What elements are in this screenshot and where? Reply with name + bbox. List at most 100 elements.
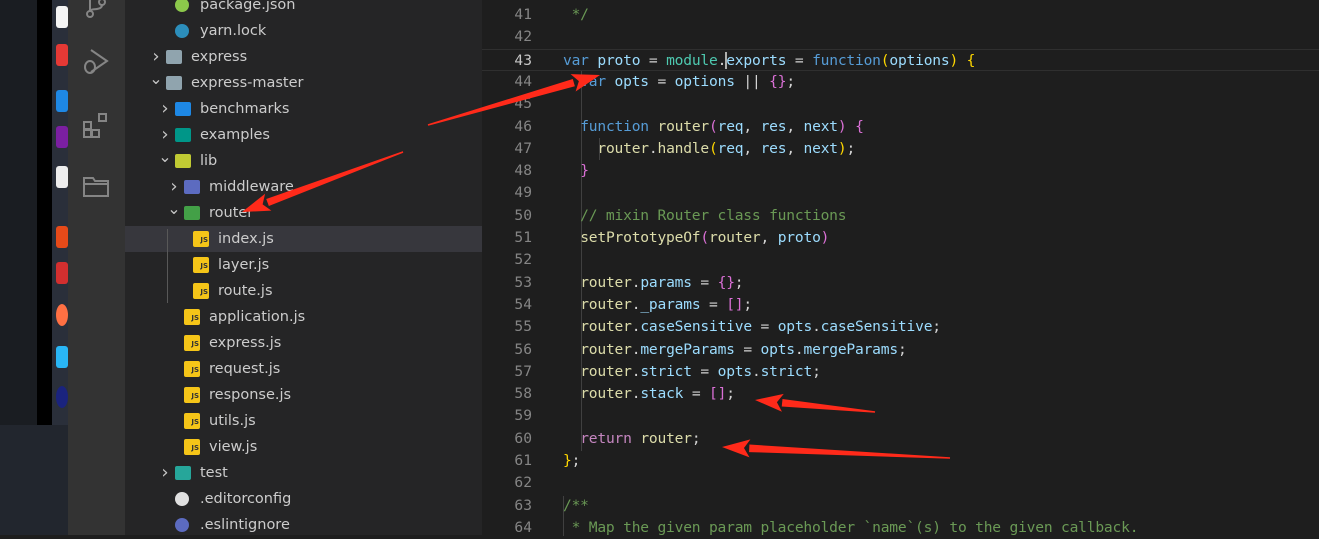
code-line[interactable]: 63 /** — [482, 495, 1319, 517]
chevron-right-icon[interactable]: › — [149, 44, 163, 70]
app-icon[interactable] — [56, 90, 68, 112]
code-line[interactable]: 55 router.caseSensitive = opts.caseSensi… — [482, 316, 1319, 338]
code-text: // mixin Router class functions — [563, 205, 846, 227]
code-line[interactable]: 44 var opts = options || {}; — [482, 71, 1319, 93]
line-number: 49 — [514, 184, 532, 202]
chevron-right-icon[interactable]: › — [167, 174, 181, 200]
code-line[interactable]: 62 — [482, 472, 1319, 494]
code-line[interactable]: 60 return router; — [482, 428, 1319, 450]
tree-item-express-js[interactable]: JS express.js — [125, 330, 482, 356]
code-editor[interactable]: 41 */42 43 var proto = module.exports = fu… — [482, 0, 1319, 536]
tree-item-examples[interactable]: › examples — [125, 122, 482, 148]
code-line[interactable]: 59 — [482, 405, 1319, 427]
code-line[interactable]: 61}; — [482, 450, 1319, 472]
code-line[interactable]: 49 — [482, 182, 1319, 204]
code-token: mergeParams — [803, 340, 898, 358]
chevron-down-icon[interactable]: ⌄ — [149, 70, 163, 88]
app-icon[interactable] — [56, 262, 68, 284]
tree-item-test[interactable]: › test — [125, 460, 482, 486]
line-number: 60 — [514, 429, 532, 447]
app-icon[interactable] — [56, 386, 68, 408]
tree-item-middleware[interactable]: › middleware — [125, 174, 482, 200]
tree-item-utils-js[interactable]: JS utils.js — [125, 408, 482, 434]
chevron-right-icon[interactable]: › — [158, 460, 172, 486]
desktop-divider — [37, 0, 53, 425]
tree-item-index-js[interactable]: JS index.js — [125, 226, 482, 252]
code-line[interactable]: 48 } — [482, 160, 1319, 182]
code-token: caseSensitive — [640, 318, 752, 336]
tree-item-editorconfig[interactable]: .editorconfig — [125, 486, 482, 512]
desktop-taskbar — [0, 0, 68, 535]
code-line[interactable]: 64 * Map the given param placeholder `na… — [482, 517, 1319, 539]
app-icon[interactable] — [56, 6, 68, 28]
code-line[interactable]: 45 — [482, 93, 1319, 115]
code-line[interactable]: 43 var proto = module.exports = function(… — [482, 48, 1319, 71]
code-line[interactable]: 53 router.params = {}; — [482, 272, 1319, 294]
code-line[interactable]: 51 setPrototypeOf(router, proto) — [482, 227, 1319, 249]
code-line[interactable]: 57 router.strict = opts.strict; — [482, 361, 1319, 383]
tree-item-label: yarn.lock — [200, 23, 267, 39]
explorer-icon[interactable] — [81, 170, 111, 200]
code-line[interactable]: 41 */ — [482, 4, 1319, 26]
app-icon[interactable] — [56, 126, 68, 148]
code-line[interactable]: 54 router._params = []; — [482, 294, 1319, 316]
code-token: , — [743, 117, 761, 135]
app-icon[interactable] — [56, 166, 68, 188]
tree-item-lib[interactable]: ⌄ lib — [125, 148, 482, 174]
code-line[interactable]: 52 — [482, 249, 1319, 271]
tree-item-layer-js[interactable]: JS layer.js — [125, 252, 482, 278]
tree-item-response-js[interactable]: JS response.js — [125, 382, 482, 408]
code-token: , — [786, 117, 804, 135]
app-icon[interactable] — [56, 226, 68, 248]
tree-item-label: utils.js — [209, 413, 256, 429]
code-text: router.caseSensitive = opts.caseSensitiv… — [563, 316, 941, 338]
tree-item-express-master[interactable]: ⌄ express-master — [125, 70, 482, 96]
source-control-icon[interactable] — [81, 0, 111, 22]
tree-item-benchmarks[interactable]: › benchmarks — [125, 96, 482, 122]
code-token: ) — [820, 229, 830, 246]
code-token: ; — [571, 452, 581, 469]
app-icon[interactable] — [56, 304, 68, 326]
code-line[interactable]: 56 router.mergeParams = opts.mergeParams… — [482, 339, 1319, 361]
tree-item-request-js[interactable]: JS request.js — [125, 356, 482, 382]
chevron-down-icon[interactable]: ⌄ — [158, 148, 172, 166]
tree-item-eslintignore[interactable]: .eslintignore — [125, 512, 482, 535]
code-line[interactable]: 46 function router(req, res, next) { — [482, 116, 1319, 138]
code-token: ( — [700, 229, 709, 246]
app-icon[interactable] — [56, 346, 68, 368]
code-line[interactable]: 58 router.stack = []; — [482, 383, 1319, 405]
line-number: 47 — [514, 139, 532, 157]
chevron-right-icon[interactable]: › — [158, 122, 172, 148]
code-line[interactable]: 50 // mixin Router class functions — [482, 205, 1319, 227]
code-line[interactable]: 42 — [482, 26, 1319, 48]
code-token: opts — [717, 362, 753, 380]
editorconfig-icon — [175, 492, 189, 506]
code-token: module — [666, 51, 718, 69]
code-token: exports — [726, 51, 787, 69]
extensions-icon[interactable] — [81, 110, 111, 140]
chevron-right-icon[interactable]: › — [158, 96, 172, 122]
run-debug-icon[interactable] — [81, 46, 111, 76]
app-icon[interactable] — [56, 44, 68, 66]
tree-item-route-js[interactable]: JS route.js — [125, 278, 482, 304]
line-number: 64 — [514, 518, 532, 536]
chevron-down-icon[interactable]: ⌄ — [167, 200, 181, 218]
folder-benchmark-icon — [175, 102, 191, 116]
js-file-icon: JS — [184, 309, 200, 325]
tree-item-application-js[interactable]: JS application.js — [125, 304, 482, 330]
js-file-icon: JS — [184, 413, 200, 429]
tree-item-router[interactable]: ⌄ router — [125, 200, 482, 226]
code-token: router — [580, 340, 632, 358]
tree-item-yarn-lock[interactable]: yarn.lock — [125, 18, 482, 44]
tree-item-label: lib — [200, 153, 218, 169]
tree-item-express[interactable]: › express — [125, 44, 482, 70]
code-line[interactable]: 47 router.handle(req, res, next); — [482, 138, 1319, 160]
tree-item-label: .editorconfig — [200, 491, 292, 507]
tree-item-package-json[interactable]: package.json — [125, 0, 482, 18]
tree-item-view-js[interactable]: JS view.js — [125, 434, 482, 460]
tree-item-label: response.js — [209, 387, 292, 403]
